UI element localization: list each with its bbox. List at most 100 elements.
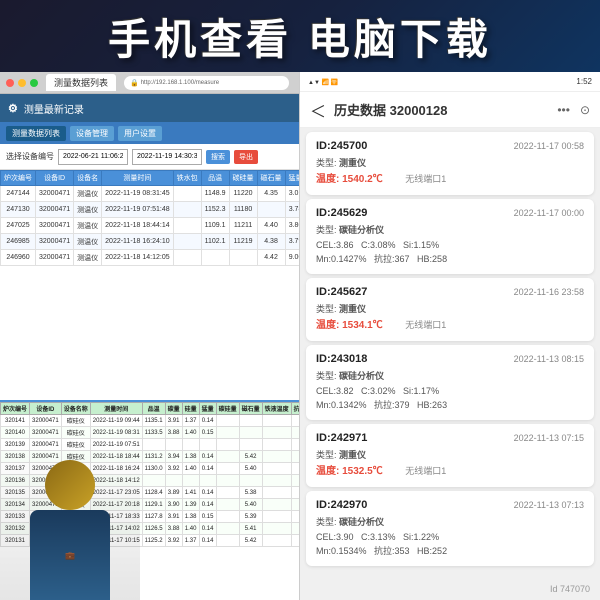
sheet-cell: 0.15	[199, 511, 216, 523]
card-date: 2022-11-16 23:58	[514, 287, 584, 297]
sheet-header: 碳硅量	[216, 403, 239, 415]
sheet-header: 测量时间	[90, 403, 142, 415]
table-cell: 2022-11-18 18:44:14	[102, 218, 173, 234]
list-item[interactable]: ID:245629 2022-11-17 00:00 类型: 碳硅分析仪 CEL…	[306, 199, 594, 274]
sheet-cell	[216, 427, 239, 439]
search-button[interactable]: 搜索	[206, 150, 230, 164]
sheet-cell: 320140	[1, 427, 30, 439]
sheet-cell: 1.38	[182, 451, 199, 463]
pc-table-header: 设备ID	[36, 171, 74, 186]
nav-btn-1[interactable]: 设备管理	[70, 126, 114, 141]
bottom-id: Id 747070	[550, 584, 590, 594]
sheet-cell	[291, 487, 300, 499]
sheet-cell	[262, 499, 291, 511]
person-head	[45, 460, 95, 510]
sheet-header: 品温	[142, 403, 165, 415]
card-temp: 温度: 1534.1℃	[316, 320, 383, 331]
sheet-cell: 320141	[1, 415, 30, 427]
table-row: 24696032000471测温仪2022-11-18 14:12:054.42…	[1, 250, 300, 266]
left-panel: 测量数据列表 🔒 http://192.168.1.100/measure ⚙ …	[0, 72, 300, 600]
sheet-cell	[142, 439, 165, 451]
table-cell: 4.42	[257, 250, 285, 266]
browser-url[interactable]: 🔒 http://192.168.1.100/measure	[124, 76, 289, 90]
table-cell: 4.40	[257, 218, 285, 234]
card-id: ID:242970	[316, 499, 367, 511]
sheet-cell	[216, 415, 239, 427]
list-item[interactable]: ID:243018 2022-11-13 08:15 类型: 碳硅分析仪 CEL…	[306, 345, 594, 420]
sheet-cell	[262, 535, 291, 547]
sheet-cell: 3.92	[165, 463, 182, 475]
list-item[interactable]: ID:242971 2022-11-13 07:15 类型: 测重仪 温度: 1…	[306, 424, 594, 487]
table-cell: 4.38	[257, 234, 285, 250]
nav-btn-0[interactable]: 测量数据列表	[6, 126, 66, 141]
pc-table-header: 猛量	[285, 171, 299, 186]
pc-table-header: 炉次编号	[1, 171, 36, 186]
sheet-cell	[262, 475, 291, 487]
card-type-label: 类型: 测重仪	[316, 302, 366, 315]
sheet-cell: 1.37	[182, 415, 199, 427]
sheet-header: 炉次编号	[1, 403, 30, 415]
sheet-cell	[216, 499, 239, 511]
sheet-cell	[291, 535, 300, 547]
toolbar-date-to[interactable]	[132, 149, 202, 165]
browser-tab[interactable]: 测量数据列表	[46, 74, 116, 91]
min-dot[interactable]	[18, 79, 26, 87]
sheet-cell: 1.40	[182, 463, 199, 475]
list-item[interactable]: ID:242970 2022-11-13 07:13 类型: 碳硅分析仪 CEL…	[306, 491, 594, 566]
card-date: 2022-11-13 08:15	[514, 354, 584, 364]
sheet-cell	[291, 511, 300, 523]
table-cell: 247025	[1, 218, 36, 234]
sheet-cell	[216, 463, 239, 475]
pc-toolbar: 选择设备编号 搜索 导出	[0, 144, 299, 170]
card-date: 2022-11-13 07:13	[514, 500, 584, 510]
sheet-cell: 3.91	[165, 511, 182, 523]
sheet-cell: 5.40	[239, 463, 262, 475]
pc-table: 炉次编号设备ID设备名测量时间铁水包品温碳硅量磁石量猛量硅量抗拉说硬度测温误差操…	[0, 170, 299, 266]
sheet-header: 设备名称	[61, 403, 90, 415]
list-item[interactable]: ID:245627 2022-11-16 23:58 类型: 测重仪 温度: 1…	[306, 278, 594, 341]
table-cell	[257, 202, 285, 218]
sheet-cell	[239, 475, 262, 487]
back-button[interactable]: ＜	[310, 98, 326, 122]
sheet-header: 抗拉强度	[291, 403, 300, 415]
pc-table-header: 测量时间	[102, 171, 173, 186]
browser-bar: 测量数据列表 🔒 http://192.168.1.100/measure	[0, 72, 299, 94]
status-time: 1:52	[576, 77, 592, 86]
table-cell: 3.79	[285, 234, 299, 250]
table-cell: 1152.3	[201, 202, 229, 218]
sheet-cell: 1.40	[182, 523, 199, 535]
list-item[interactable]: ID:245700 2022-11-17 00:58 类型: 测重仪 温度: 1…	[306, 132, 594, 195]
table-cell: 2022-11-18 14:12:05	[102, 250, 173, 266]
sheet-cell: 5.39	[239, 511, 262, 523]
pc-table-header: 磁石量	[257, 171, 285, 186]
table-cell: 测温仪	[74, 250, 102, 266]
pc-table-header: 碳硅量	[229, 171, 257, 186]
sheet-cell	[216, 523, 239, 535]
card-date: 2022-11-13 07:15	[514, 433, 584, 443]
sheet-cell	[182, 439, 199, 451]
nav-btn-2[interactable]: 用户设置	[118, 126, 162, 141]
table-cell: 测温仪	[74, 202, 102, 218]
top-banner: 手机查看 电脑下载	[0, 0, 600, 72]
max-dot[interactable]	[30, 79, 38, 87]
table-cell: 246960	[1, 250, 36, 266]
toolbar-date-from[interactable]	[58, 149, 128, 165]
table-row: 24713032000471测温仪2022-11-19 07:51:481152…	[1, 202, 300, 218]
sheet-cell: 3.90	[165, 499, 182, 511]
sheet-cell: 1133.5	[142, 427, 165, 439]
sheet-cell: 1.41	[182, 487, 199, 499]
sheet-cell	[262, 487, 291, 499]
close-dot[interactable]	[6, 79, 14, 87]
toolbar-label1: 选择设备编号	[6, 151, 54, 162]
sheet-cell: 1126.5	[142, 523, 165, 535]
table-cell: 32000471	[36, 186, 74, 202]
sheet-cell: 5.41	[239, 523, 262, 535]
card-port: 无线端口1	[405, 466, 446, 476]
more-icon[interactable]: •••	[557, 103, 570, 117]
export-button[interactable]: 导出	[234, 150, 258, 164]
settings-icon[interactable]: ⊙	[580, 103, 590, 117]
table-cell: 247144	[1, 186, 36, 202]
card-date: 2022-11-17 00:58	[514, 141, 584, 151]
sheet-cell: 1.39	[182, 499, 199, 511]
card-mn: Mn:0.1342% 抗拉:379 HB:263	[316, 400, 447, 410]
